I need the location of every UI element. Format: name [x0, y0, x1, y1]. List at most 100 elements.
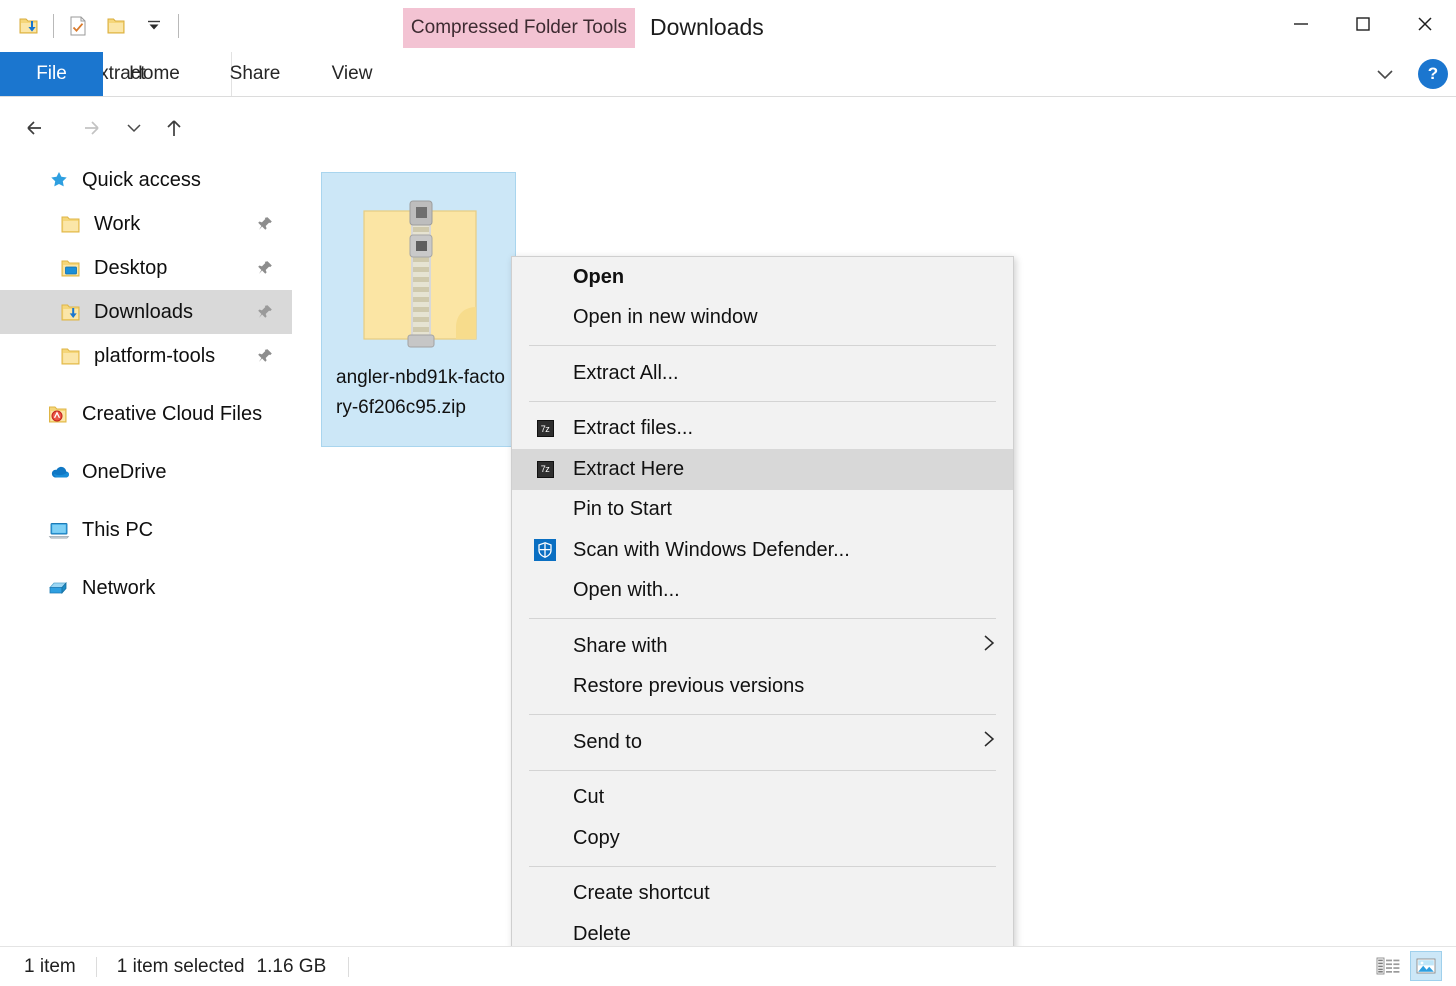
menu-separator	[529, 345, 996, 346]
menu-separator	[529, 770, 996, 771]
menu-item-label: Share with	[512, 635, 668, 658]
7zip-icon: 7z	[533, 457, 557, 481]
sidebar-item-label: Work	[94, 213, 140, 236]
sidebar-item-creative-cloud-files[interactable]: Creative Cloud Files	[0, 392, 292, 436]
chevron-down-icon[interactable]	[1364, 54, 1406, 94]
close-button[interactable]	[1394, 0, 1456, 48]
windows-defender-icon	[533, 538, 557, 562]
sidebar-group-gap-3	[0, 494, 292, 508]
menu-item-extract-files[interactable]: 7z Extract files...	[512, 409, 1013, 450]
this-pc-icon	[44, 518, 74, 542]
tab-view[interactable]: View	[304, 52, 400, 96]
menu-separator	[529, 401, 996, 402]
navigation-pane: Quick access Work	[0, 158, 292, 946]
tab-share[interactable]: Share	[206, 52, 304, 96]
menu-item-label: Open in new window	[512, 306, 758, 329]
menu-item-copy[interactable]: Copy	[512, 818, 1013, 859]
sidebar-item-this-pc[interactable]: This PC	[0, 508, 292, 552]
menu-item-send-to[interactable]: Send to	[512, 722, 1013, 763]
pin-icon[interactable]	[256, 347, 274, 365]
sidebar-item-label: Quick access	[82, 169, 201, 192]
sidebar-item-label: This PC	[82, 519, 153, 542]
menu-item-label: Cut	[512, 786, 604, 809]
menu-item-open-with[interactable]: Open with...	[512, 571, 1013, 612]
menu-item-label: Extract All...	[512, 362, 679, 385]
sidebar-item-quick-access[interactable]: Quick access	[0, 158, 292, 202]
sidebar-group-gap-2	[0, 436, 292, 450]
sidebar-item-desktop[interactable]: Desktop	[0, 246, 292, 290]
window-title: Downloads	[650, 12, 764, 42]
folder-icon	[56, 212, 86, 236]
menu-item-label: Send to	[512, 731, 642, 754]
up-button[interactable]	[154, 108, 194, 148]
onedrive-cloud-icon	[44, 460, 74, 484]
minimize-button[interactable]	[1270, 0, 1332, 48]
menu-item-share-with[interactable]: Share with	[512, 626, 1013, 667]
customize-quick-access-icon[interactable]	[135, 8, 173, 44]
title-bar: Compressed Folder Tools Downloads	[0, 0, 1456, 52]
sidebar-item-downloads[interactable]: Downloads	[0, 290, 292, 334]
ribbon-tab-strip: File Home Share View Extract ?	[0, 52, 1456, 97]
list-item[interactable]: angler-nbd91k-factory-6f206c95.zip	[321, 172, 516, 447]
sidebar-item-work[interactable]: Work	[0, 202, 292, 246]
sidebar-item-label: OneDrive	[82, 461, 166, 484]
ribbon-right-controls: ?	[1364, 52, 1448, 96]
tab-home[interactable]: Home	[103, 52, 206, 96]
pin-icon[interactable]	[256, 259, 274, 277]
menu-item-label: Scan with Windows Defender...	[512, 539, 850, 562]
toolbar-divider-2	[178, 14, 179, 38]
sidebar-item-platform-tools[interactable]: platform-tools	[0, 334, 292, 378]
menu-item-label: Create shortcut	[512, 882, 710, 905]
menu-item-restore-previous-versions[interactable]: Restore previous versions	[512, 667, 1013, 708]
chevron-right-icon	[982, 728, 996, 756]
new-item-icon[interactable]	[59, 8, 97, 44]
network-icon	[44, 576, 74, 600]
7zip-icon: 7z	[533, 417, 557, 441]
menu-item-label: Restore previous versions	[512, 675, 804, 698]
folder-icon[interactable]	[97, 8, 135, 44]
sidebar-item-onedrive[interactable]: OneDrive	[0, 450, 292, 494]
status-selection-count: 1 item selected	[117, 956, 245, 978]
sidebar-item-label: Desktop	[94, 257, 167, 280]
7zip-glyph: 7z	[537, 420, 554, 437]
pin-icon[interactable]	[256, 303, 274, 321]
status-divider-2	[348, 957, 349, 977]
navigation-row: › This PC › Downloads	[0, 98, 1456, 158]
back-button[interactable]	[16, 108, 56, 148]
maximize-button[interactable]	[1332, 0, 1394, 48]
star-pin-icon	[44, 168, 74, 192]
file-explorer-window: Compressed Folder Tools Downloads File H…	[0, 0, 1456, 986]
window-controls	[1270, 0, 1456, 48]
creative-cloud-folder-icon	[44, 402, 74, 426]
menu-item-open-in-new-window[interactable]: Open in new window	[512, 298, 1013, 339]
folder-icon	[56, 344, 86, 368]
pin-icon[interactable]	[256, 215, 274, 233]
menu-separator	[529, 866, 996, 867]
menu-item-extract-here[interactable]: 7z Extract Here	[512, 449, 1013, 490]
sidebar-item-label: Downloads	[94, 301, 193, 324]
menu-item-label: Pin to Start	[512, 498, 672, 521]
status-divider	[96, 957, 97, 977]
tab-file[interactable]: File	[0, 52, 103, 96]
menu-item-create-shortcut[interactable]: Create shortcut	[512, 874, 1013, 915]
downloads-folder-icon[interactable]	[10, 8, 48, 44]
list-item-label: angler-nbd91k-factory-6f206c95.zip	[336, 363, 506, 423]
menu-item-extract-all[interactable]: Extract All...	[512, 353, 1013, 394]
menu-separator	[529, 618, 996, 619]
menu-item-cut[interactable]: Cut	[512, 778, 1013, 819]
quick-access-toolbar	[10, 8, 184, 44]
menu-item-open[interactable]: Open	[512, 257, 1013, 298]
sidebar-item-network[interactable]: Network	[0, 566, 292, 610]
help-button[interactable]: ?	[1418, 59, 1448, 89]
menu-item-scan-with-windows-defender[interactable]: Scan with Windows Defender...	[512, 530, 1013, 571]
7zip-glyph: 7z	[537, 461, 554, 478]
large-icons-view-button[interactable]	[1410, 951, 1442, 981]
recent-locations-button[interactable]	[118, 108, 150, 148]
menu-item-pin-to-start[interactable]: Pin to Start	[512, 490, 1013, 531]
sidebar-item-label: platform-tools	[94, 345, 215, 368]
forward-button[interactable]	[70, 108, 110, 148]
context-menu[interactable]: Open Open in new window Extract All... 7…	[511, 256, 1014, 986]
details-view-button[interactable]	[1372, 951, 1404, 981]
view-buttons	[1372, 951, 1442, 981]
desktop-folder-icon	[56, 256, 86, 280]
